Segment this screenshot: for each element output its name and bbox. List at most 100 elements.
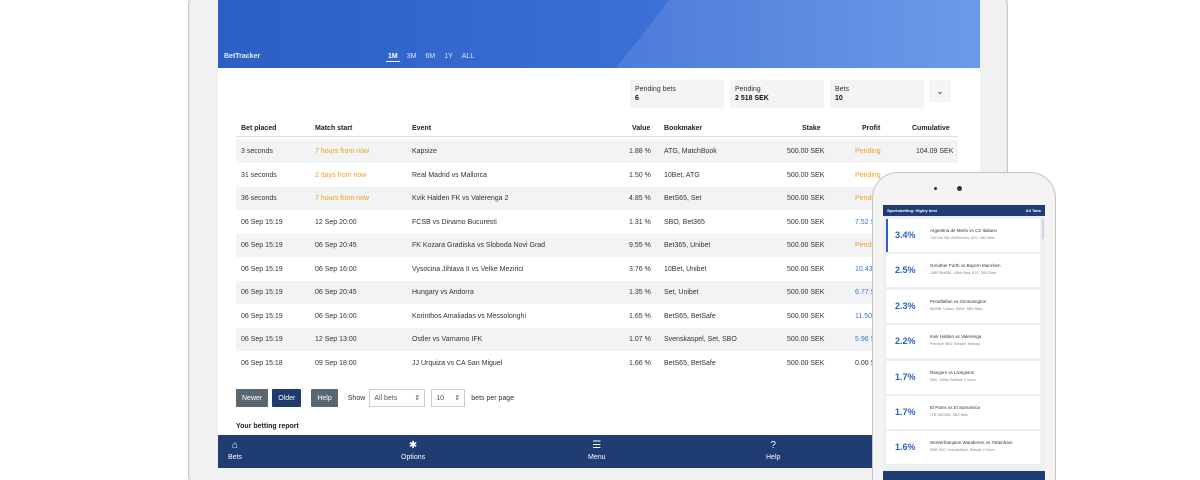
table-row[interactable]: 06 Sep 15:19 12 Sep 20:00 FCSB vs Dinamo B…	[236, 211, 958, 234]
column-cumulative[interactable]: Cumulative	[912, 125, 950, 132]
expand-summary-button[interactable]: ⌄	[929, 80, 951, 102]
camera-lens	[956, 185, 962, 191]
table-row[interactable]: 36 seconds 7 hours from now Kvik Halden FK…	[236, 187, 958, 211]
cell-event: Ostler vs Varnamo IFK	[412, 336, 483, 343]
summary-value: 10	[835, 95, 843, 102]
bets-table: 3 seconds 7 hours from now Kapsize 1.88 % AT…	[236, 140, 958, 375]
column-stake[interactable]: Stake	[802, 125, 821, 132]
bet-filter-select[interactable]: All bets ⇕	[369, 389, 426, 407]
cell-bookmaker: 10Bet, Unibet	[664, 265, 707, 273]
cell-stake: 500.00 SEK	[787, 312, 825, 320]
table-row[interactable]: 31 seconds 2 days from now Real Madrid vs …	[236, 164, 958, 187]
column-bet-placed[interactable]: Bet placed	[241, 125, 276, 132]
phone-scrollbar[interactable]	[1042, 219, 1044, 239]
cell-match-start: 06 Sep 20:45	[315, 289, 357, 296]
phone-item-bookmakers: 10H Set 365, BetPreview, ATG, SBO Bets	[930, 236, 995, 240]
cell-stake: 500.00 SEK	[787, 265, 825, 273]
cell-bet-placed: 31 seconds	[241, 171, 277, 179]
phone-list-item[interactable]: 1.7% Rangers vs Livingston SBO, 10Bet, Bet…	[886, 360, 1040, 394]
phone-item-value: 2.5%	[895, 265, 916, 276]
column-profit[interactable]: Profit	[862, 125, 880, 132]
phone-item-bookmakers: BetS65, Unibet, 10Bet, SBO Bets	[930, 306, 982, 311]
per-page-label: bets per page	[471, 394, 515, 402]
cell-bet-placed: 36 seconds	[241, 195, 277, 202]
phone-item-value: 1.6%	[895, 442, 916, 453]
bottom-nav: ⌂ Bets ✱ Options ☰ Menu ? Help	[218, 435, 980, 468]
nav-options[interactable]: ✱ Options	[401, 440, 425, 461]
cell-bet-placed: 06 Sep 15:18	[241, 359, 283, 367]
phone-item-bookmakers: Premium SBO, Betsafe, Betway	[930, 342, 980, 347]
phone-item-event: Rangers vs Livingston	[930, 369, 975, 375]
phone-item-event: El Pams vs El Samamico	[930, 404, 981, 410]
cell-value: 1.35 %	[629, 289, 651, 296]
phone-list-item[interactable]: 1.7% El Pams vs El Samamico LTR SBO365, SB…	[886, 395, 1040, 429]
cell-stake: 500.00 SEK	[787, 148, 825, 155]
cell-bookmaker: SBO, Bet365	[664, 218, 705, 226]
phone-header: Sportsbetting: Highly best All Tabs	[883, 205, 1045, 216]
nav-menu[interactable]: ☰ Menu	[588, 440, 606, 461]
cell-stake: 500.00 SEK	[787, 195, 825, 202]
summary-pending: Pending 2 518 SEK	[730, 80, 824, 108]
phone-list-item[interactable]: 1.6% Wolverhampton Wanderers vs Tottenham…	[886, 431, 1040, 465]
phone-list-item[interactable]: 2.5% Greuther Furth vs Bayern Munchen 10BR…	[886, 254, 1040, 288]
period-3m[interactable]: 3M	[405, 52, 419, 62]
cell-bookmaker: BetS65, BetSafe	[664, 312, 716, 320]
cell-bet-placed: 06 Sep 15:19	[241, 218, 283, 226]
table-row[interactable]: 06 Sep 15:19 06 Sep 16:00 Korinthos Amalia…	[236, 305, 958, 328]
older-button[interactable]: Older	[272, 389, 302, 407]
table-row[interactable]: 06 Sep 15:19 06 Sep 20:45 Hungary vs Andor…	[236, 281, 958, 305]
cell-event: Korinthos Amaliadas vs Messolonghi	[412, 312, 527, 320]
home-icon: ⌂	[231, 440, 239, 451]
per-page-value: 10	[436, 394, 445, 402]
table-row[interactable]: 3 seconds 7 hours from now Kapsize 1.88 % AT…	[236, 140, 958, 164]
cell-value: 4.85 %	[629, 195, 651, 202]
period-1y[interactable]: 1Y	[442, 52, 455, 62]
phone-header-filter[interactable]: All Tabs	[1026, 208, 1041, 213]
phone-header-title: Sportsbetting: Highly best	[887, 208, 937, 213]
per-page-select[interactable]: 10 ⇕	[431, 389, 466, 407]
table-row[interactable]: 06 Sep 15:19 06 Sep 16:00 Vysocina Jihlava…	[236, 258, 958, 281]
phone-list-item[interactable]: 2.3% Penaflafian vs Gimnasngton BetS65, Un…	[886, 289, 1040, 323]
menu-icon: ☰	[592, 440, 602, 451]
cell-value: 1.66 %	[629, 359, 651, 367]
cell-event: Real Madrid vs Mallorca	[412, 171, 488, 179]
column-event[interactable]: Event	[412, 125, 431, 132]
column-match-start[interactable]: Match start	[315, 125, 352, 132]
phone-list-item[interactable]: 2.2% Kvik Halden vs Valerenga Premium SBO,…	[886, 325, 1040, 359]
nav-bets[interactable]: ⌂ Bets	[228, 440, 242, 461]
phone-speaker	[934, 185, 984, 191]
cell-stake: 500.00 SEK	[787, 242, 825, 249]
header-banner: BetTracker 1M 3M 6M 1Y ALL	[218, 0, 980, 68]
help-button[interactable]: Help	[311, 389, 338, 407]
period-all[interactable]: ALL	[460, 52, 476, 62]
cell-event: JJ Urquiza vs CA San Miguel	[412, 359, 503, 367]
chevron-down-icon: ⌄	[936, 85, 944, 96]
brand-name: BetTracker	[224, 53, 261, 60]
phone-screen: Sportsbetting: Highly best All Tabs 3.4%…	[883, 205, 1045, 480]
period-6m[interactable]: 6M	[423, 52, 437, 62]
nav-help[interactable]: ? Help	[766, 440, 780, 461]
nav-label: Options	[401, 454, 426, 461]
cell-match-start: 7 hours from now	[315, 195, 370, 202]
phone-bet-list: 3.4% Argentina de Merlo vs CS Italiano 10H…	[886, 219, 1040, 467]
table-row[interactable]: 06 Sep 15:18 09 Sep 18:00 JJ Urquiza vs CA…	[236, 352, 958, 375]
phone-item-value: 1.7%	[895, 406, 916, 417]
column-value[interactable]: Value	[632, 125, 650, 132]
column-bookmaker[interactable]: Bookmaker	[664, 125, 702, 132]
phone-list-item[interactable]: 3.4% Argentina de Merlo vs CS Italiano 10H…	[886, 219, 1040, 252]
table-row[interactable]: 06 Sep 15:19 12 Sep 13:00 Ostler vs Varnam…	[236, 328, 958, 352]
newer-button[interactable]: Newer	[236, 389, 269, 407]
cell-match-start: 06 Sep 16:00	[315, 265, 357, 273]
cell-bet-placed: 06 Sep 15:19	[241, 336, 283, 343]
nav-label: Help	[766, 454, 781, 461]
table-row[interactable]: 06 Sep 15:19 06 Sep 20:45 FK Kozara Gradis…	[236, 234, 958, 258]
camera-dot	[934, 186, 937, 190]
nav-label: Bets	[228, 454, 243, 461]
help-icon: ?	[770, 440, 776, 451]
summary-pending-bets: Pending bets 6	[630, 80, 724, 108]
cell-value: 1.07 %	[629, 336, 651, 343]
cell-match-start: 12 Sep 20:00	[315, 218, 357, 226]
period-1m[interactable]: 1M	[386, 52, 400, 62]
phone-item-value: 3.4%	[895, 230, 916, 240]
